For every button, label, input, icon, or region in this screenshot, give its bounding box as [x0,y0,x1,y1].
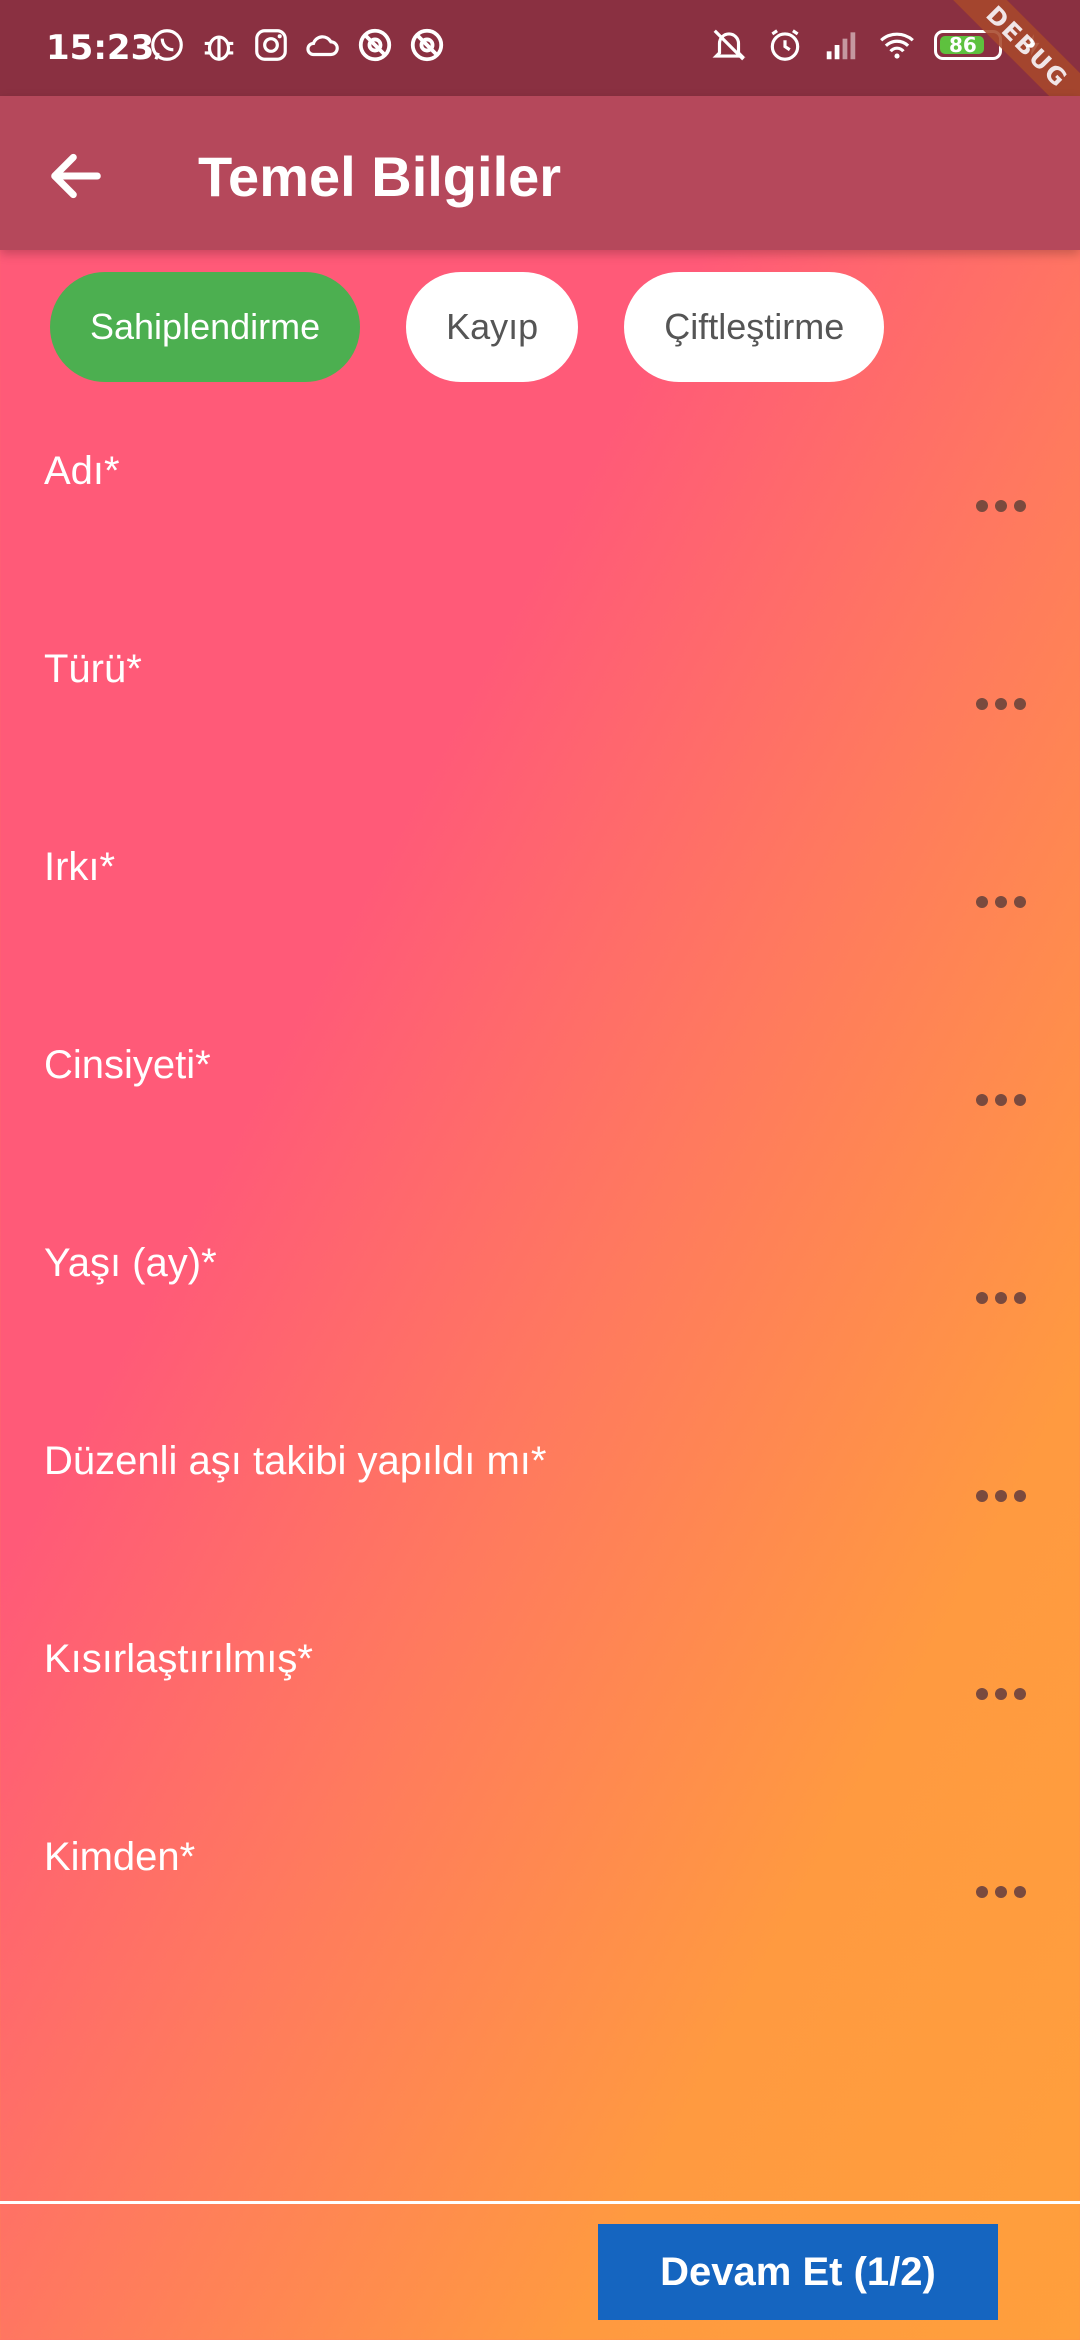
app-bar: Temel Bilgiler [0,96,1080,250]
chip-sahiplendirme[interactable]: Sahiplendirme [50,272,361,382]
cloud-icon [306,35,339,57]
field-label: Adı* [44,449,120,493]
form-fields: Adı* Türü* Irkı* Cinsiyeti* Yaşı (ay)* D… [0,430,1080,2014]
field-label: Kısırlaştırılmış* [44,1637,313,1681]
more-options-icon[interactable] [976,890,1026,914]
page-title: Temel Bilgiler [198,145,562,208]
field-label: Düzenli aşı takibi yapıldı mı* [44,1439,547,1483]
signal-icon [826,32,856,60]
at-icon [358,28,392,62]
category-chips: Sahiplendirme Kayıp Çiftleştirme [50,272,885,382]
footer-divider [0,2201,1080,2204]
field-species[interactable]: Türü* [0,628,1080,826]
notification-icons [148,26,446,64]
more-options-icon[interactable] [976,1286,1026,1310]
more-options-icon[interactable] [976,1088,1026,1112]
more-options-icon[interactable] [976,1484,1026,1508]
field-breed[interactable]: Irkı* [0,826,1080,1024]
field-neutered[interactable]: Kısırlaştırılmış* [0,1618,1080,1816]
field-age[interactable]: Yaşı (ay)* [0,1222,1080,1420]
field-gender[interactable]: Cinsiyeti* [0,1024,1080,1222]
alarm-icon [770,29,800,61]
bug-icon [204,35,234,61]
status-bar: 15:23 86 DEBUG [0,0,1080,142]
instagram-icon [255,29,287,61]
field-label: Türü* [44,647,142,691]
at-icon [410,28,444,62]
status-time: 15:23 [46,28,155,68]
field-vaccination[interactable]: Düzenli aşı takibi yapıldı mı* [0,1420,1080,1618]
field-label: Cinsiyeti* [44,1043,211,1087]
field-name[interactable]: Adı* [0,430,1080,628]
chip-kayip[interactable]: Kayıp [406,272,579,382]
mute-icon [712,29,746,61]
field-label: Irkı* [44,845,116,889]
more-options-icon[interactable] [976,1682,1026,1706]
chip-ciftlestirme[interactable]: Çiftleştirme [624,272,885,382]
battery-level: 86 [949,33,977,57]
wifi-icon [880,32,914,59]
field-label: Yaşı (ay)* [44,1241,217,1285]
whatsapp-icon [151,29,183,61]
more-options-icon[interactable] [976,1880,1026,1904]
field-label: Kimden* [44,1835,196,1879]
field-from-whom[interactable]: Kimden* [0,1816,1080,2014]
more-options-icon[interactable] [976,494,1026,518]
more-options-icon[interactable] [976,692,1026,716]
back-arrow-icon[interactable] [44,144,108,208]
continue-button[interactable]: Devam Et (1/2) [598,2224,998,2320]
